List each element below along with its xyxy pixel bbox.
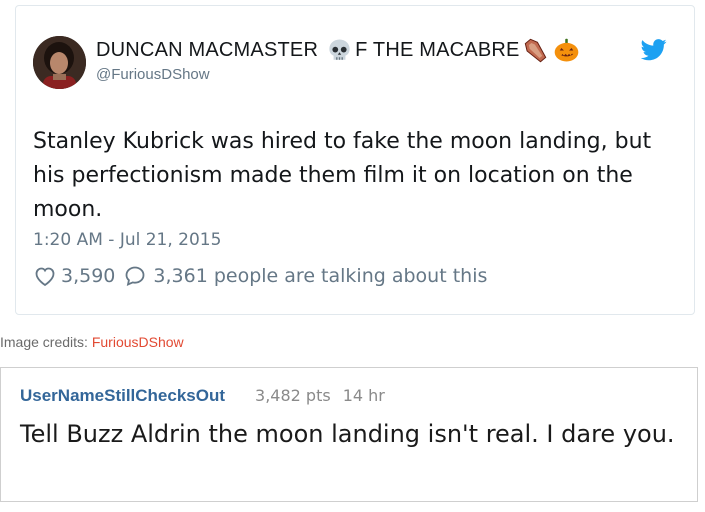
- comment-username[interactable]: UserNameStillChecksOut: [20, 386, 225, 406]
- comment-meta: UserNameStillChecksOut 3,482 pts 14 hr: [20, 386, 385, 406]
- embedded-tweet-card[interactable]: DUNCAN MACMASTER F THE MACABRE @FuriousD…: [15, 5, 695, 315]
- display-name-part2: F THE MACABRE: [355, 39, 520, 61]
- display-name[interactable]: DUNCAN MACMASTER F THE MACABRE: [96, 37, 582, 64]
- heart-icon[interactable]: [33, 264, 57, 288]
- image-credits: Image credits: FuriousDShow: [0, 334, 184, 350]
- comment-points: 3,482 pts: [255, 386, 331, 405]
- twitter-bird-icon[interactable]: [641, 39, 667, 61]
- credits-label: Image credits:: [0, 334, 88, 350]
- like-count[interactable]: 3,590: [61, 265, 115, 287]
- tweet-handle[interactable]: @FuriousDShow: [96, 66, 210, 83]
- tweet-text: Stanley Kubrick was hired to fake the mo…: [33, 129, 652, 222]
- comment-time: 14 hr: [342, 386, 385, 405]
- comment-card: UserNameStillChecksOut 3,482 pts 14 hr T…: [0, 367, 698, 502]
- avatar-photo: [33, 36, 86, 89]
- talking-count[interactable]: 3,361 people are talking about this: [153, 265, 487, 287]
- display-name-part1: DUNCAN MACMASTER: [96, 39, 319, 61]
- tweet-timestamp[interactable]: 1:20 AM - Jul 21, 2015: [33, 230, 221, 250]
- pumpkin-icon: [554, 38, 578, 62]
- tweet-actions: 3,590 3,361 people are talking about thi…: [33, 264, 487, 288]
- coffin-icon: [524, 38, 546, 63]
- comment-text: Tell Buzz Aldrin the moon landing isn't …: [20, 420, 675, 448]
- reply-bubble-icon[interactable]: [123, 264, 147, 288]
- skull-icon: [329, 39, 350, 60]
- avatar[interactable]: [33, 36, 86, 89]
- credits-source-link[interactable]: FuriousDShow: [92, 334, 184, 350]
